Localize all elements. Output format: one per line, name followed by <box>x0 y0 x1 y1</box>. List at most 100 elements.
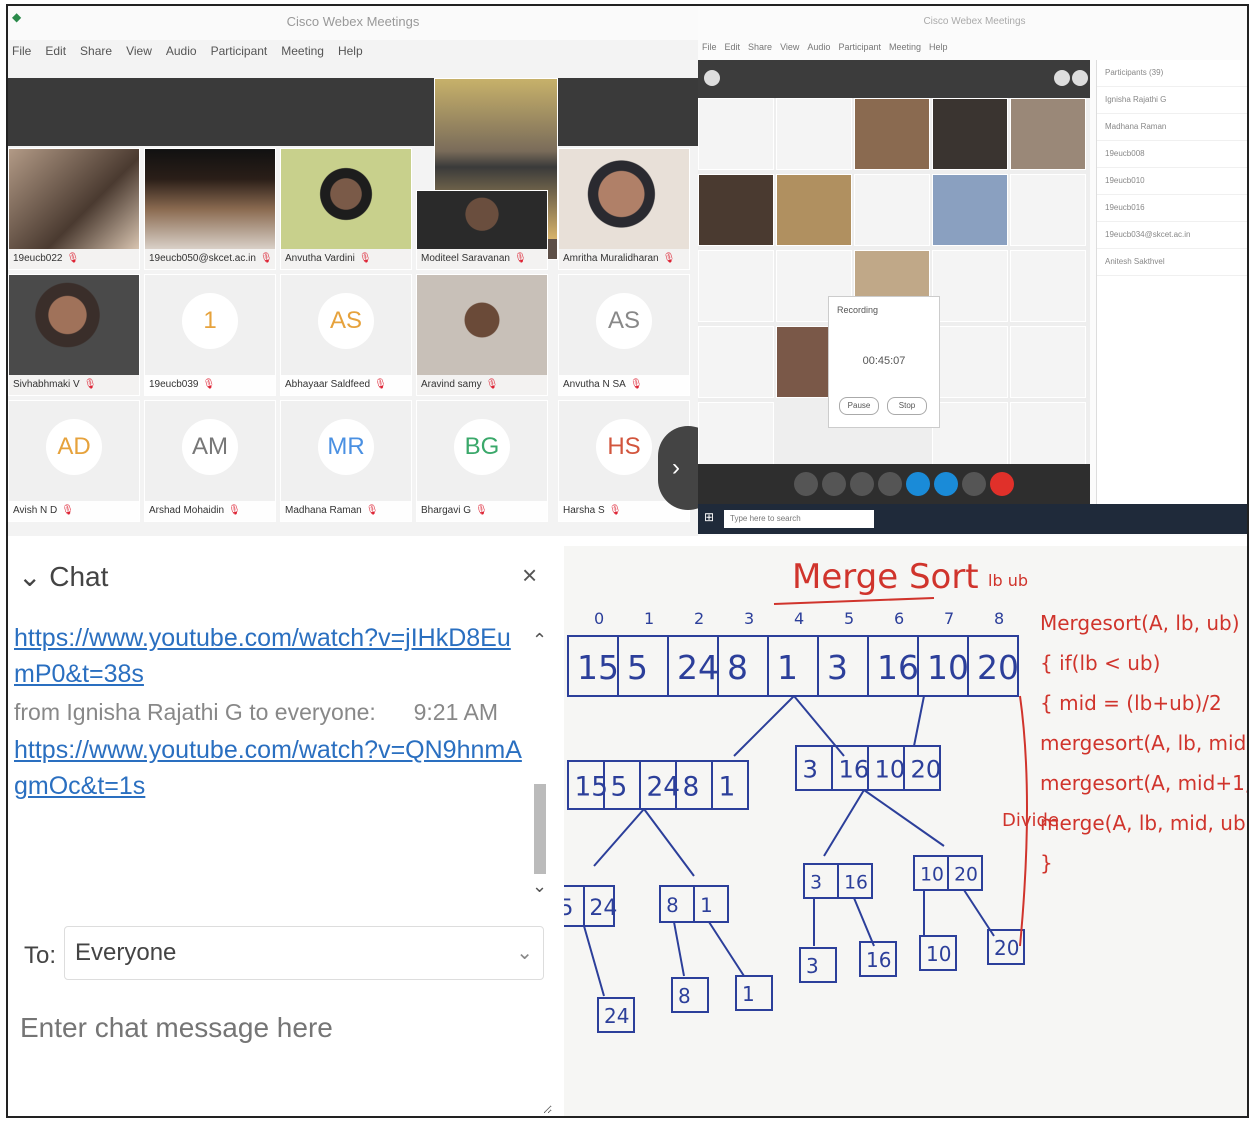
video-icon[interactable] <box>822 472 846 496</box>
participant-list-item[interactable]: Ignisha Rajathi G <box>1097 87 1247 114</box>
taskbar-search[interactable]: Type here to search <box>724 510 874 528</box>
menu-file[interactable]: File <box>12 44 31 64</box>
participant-name: Moditeel Saravanan 🎙 <box>417 249 547 269</box>
participant-list-item[interactable]: 19eucb034@skcet.ac.in <box>1097 222 1247 249</box>
participant-tile[interactable]: 19eucb050@skcet.ac.in 🎙 <box>144 148 276 270</box>
participant-list-item[interactable]: 19eucb010 <box>1097 168 1247 195</box>
share-icon[interactable] <box>850 472 874 496</box>
code-line: } <box>1040 851 1053 875</box>
participant-tile[interactable]: BG Bhargavi G 🎙 <box>416 400 548 522</box>
menu-audio[interactable]: Audio <box>807 42 830 52</box>
branch-lines <box>593 789 945 877</box>
participant-initials: AS <box>318 292 374 349</box>
array-index: 8 <box>994 609 1004 628</box>
mic-muted-icon: 🎙 <box>228 505 241 516</box>
menu-edit[interactable]: Edit <box>45 44 66 64</box>
participant-tile[interactable] <box>698 250 774 322</box>
participant-initials: HS <box>596 418 652 475</box>
fullscreen-icon[interactable] <box>1072 70 1088 86</box>
chat-message-input[interactable] <box>18 1010 552 1114</box>
menu-meeting[interactable]: Meeting <box>889 42 921 52</box>
participant-tile[interactable] <box>854 98 930 170</box>
menu-bar: File Edit Share View Audio Participant M… <box>8 44 363 64</box>
level3-c-value: 16 <box>844 872 868 893</box>
right-half-value: 16 <box>838 756 869 784</box>
pause-recording-button[interactable]: Pause <box>839 397 879 415</box>
chat-icon[interactable] <box>934 472 958 496</box>
participant-tile[interactable]: AS Abhayaar Saldfeed 🎙 <box>280 274 412 396</box>
participant-tile[interactable]: AM Arshad Mohaidin 🎙 <box>144 400 276 522</box>
left-half-value: 1 <box>718 772 735 803</box>
participant-tile[interactable] <box>1010 98 1086 170</box>
menu-audio[interactable]: Audio <box>166 44 197 64</box>
code-line: mergesort(A, mid+1, ub) <box>1040 771 1249 795</box>
menu-share[interactable]: Share <box>748 42 772 52</box>
chat-link[interactable]: https://www.youtube.com/watch?v=QN9hnmAg… <box>8 732 528 804</box>
participant-list-item[interactable]: 19eucb016 <box>1097 195 1247 222</box>
mic-muted-icon: 🎙 <box>66 253 80 264</box>
participant-tile[interactable]: AD Avish N D 🎙 <box>8 400 140 522</box>
participant-tile[interactable] <box>698 174 774 246</box>
participant-tile[interactable] <box>1010 174 1086 246</box>
participant-tile[interactable] <box>776 174 852 246</box>
more-icon[interactable] <box>962 472 986 496</box>
participant-list-item[interactable]: Madhana Raman <box>1097 114 1247 141</box>
windows-start-icon[interactable]: ⊞ <box>704 510 714 524</box>
participant-tile[interactable] <box>698 98 774 170</box>
mute-icon[interactable] <box>794 472 818 496</box>
menu-participant[interactable]: Participant <box>211 44 268 64</box>
left-half-value: 8 <box>682 772 699 803</box>
leaf-value: 8 <box>678 984 691 1008</box>
participant-tile[interactable]: AS Anvutha N SA 🎙 <box>558 274 690 396</box>
menu-help[interactable]: Help <box>338 44 363 64</box>
participant-tile[interactable]: 19eucb022 🎙 <box>8 148 140 270</box>
menu-file[interactable]: File <box>702 42 717 52</box>
chevron-down-icon[interactable]: ⌄ <box>532 876 547 897</box>
menu-meeting[interactable]: Meeting <box>281 44 324 64</box>
participant-tile[interactable]: Anvutha Vardini 🎙 <box>280 148 412 270</box>
info-icon[interactable] <box>704 70 720 86</box>
participant-tile[interactable] <box>932 174 1008 246</box>
participant-tile[interactable]: 1 19eucb039 🎙 <box>144 274 276 396</box>
participant-tile[interactable] <box>1010 250 1086 322</box>
participant-tile[interactable] <box>932 250 1008 322</box>
participant-tile[interactable]: Aravind samy 🎙 <box>416 274 548 396</box>
participant-tile[interactable]: Moditeel Saravanan 🎙 <box>416 190 548 270</box>
participant-tile[interactable] <box>698 326 774 398</box>
participant-tile[interactable] <box>854 174 930 246</box>
record-icon[interactable] <box>878 472 902 496</box>
mic-muted-icon: 🎙 <box>485 379 499 390</box>
array-value: 1 <box>777 648 798 687</box>
participant-tile[interactable] <box>932 98 1008 170</box>
participant-tile[interactable]: MR Madhana Raman 🎙 <box>280 400 412 522</box>
chat-header[interactable]: ⌄ Chat <box>18 560 108 593</box>
menu-participant[interactable]: Participant <box>838 42 881 52</box>
menu-help[interactable]: Help <box>929 42 948 52</box>
participant-tile[interactable]: Amritha Muralidharan 🎙 <box>558 148 690 270</box>
close-icon[interactable]: × <box>522 560 537 591</box>
chat-link[interactable]: https://www.youtube.com/watch?v=jIHkD8Eu… <box>8 620 528 692</box>
participants-icon[interactable] <box>906 472 930 496</box>
recipient-select[interactable]: Everyone ⌄ <box>64 926 544 980</box>
chat-scrollbar[interactable]: ⌃ ⌄ <box>530 624 550 904</box>
menu-view[interactable]: View <box>780 42 799 52</box>
participant-list-item[interactable]: 19eucb008 <box>1097 141 1247 168</box>
menu-share[interactable]: Share <box>80 44 112 64</box>
participant-tile[interactable] <box>932 326 1008 398</box>
menu-view[interactable]: View <box>126 44 152 64</box>
end-meeting-icon[interactable] <box>990 472 1014 496</box>
menu-edit[interactable]: Edit <box>725 42 741 52</box>
layout-icon[interactable] <box>1054 70 1070 86</box>
chevron-up-icon[interactable]: ⌃ <box>532 630 547 651</box>
whiteboard-drawing: 0123456781552481316102015524813161020524… <box>564 557 1249 1033</box>
participant-name: Avish N D 🎙 <box>9 501 139 521</box>
participant-tile[interactable] <box>1010 326 1086 398</box>
participant-tile[interactable] <box>776 98 852 170</box>
stop-recording-button[interactable]: Stop <box>887 397 927 415</box>
right-half-value: 3 <box>802 756 817 784</box>
left-half-value: 5 <box>610 772 627 803</box>
mic-muted-icon: 🎙 <box>61 505 74 516</box>
scrollbar-thumb[interactable] <box>534 784 546 874</box>
participant-list-item[interactable]: Anitesh Sakthvel <box>1097 249 1247 276</box>
participant-tile[interactable]: Sivhabhmaki V 🎙 <box>8 274 140 396</box>
